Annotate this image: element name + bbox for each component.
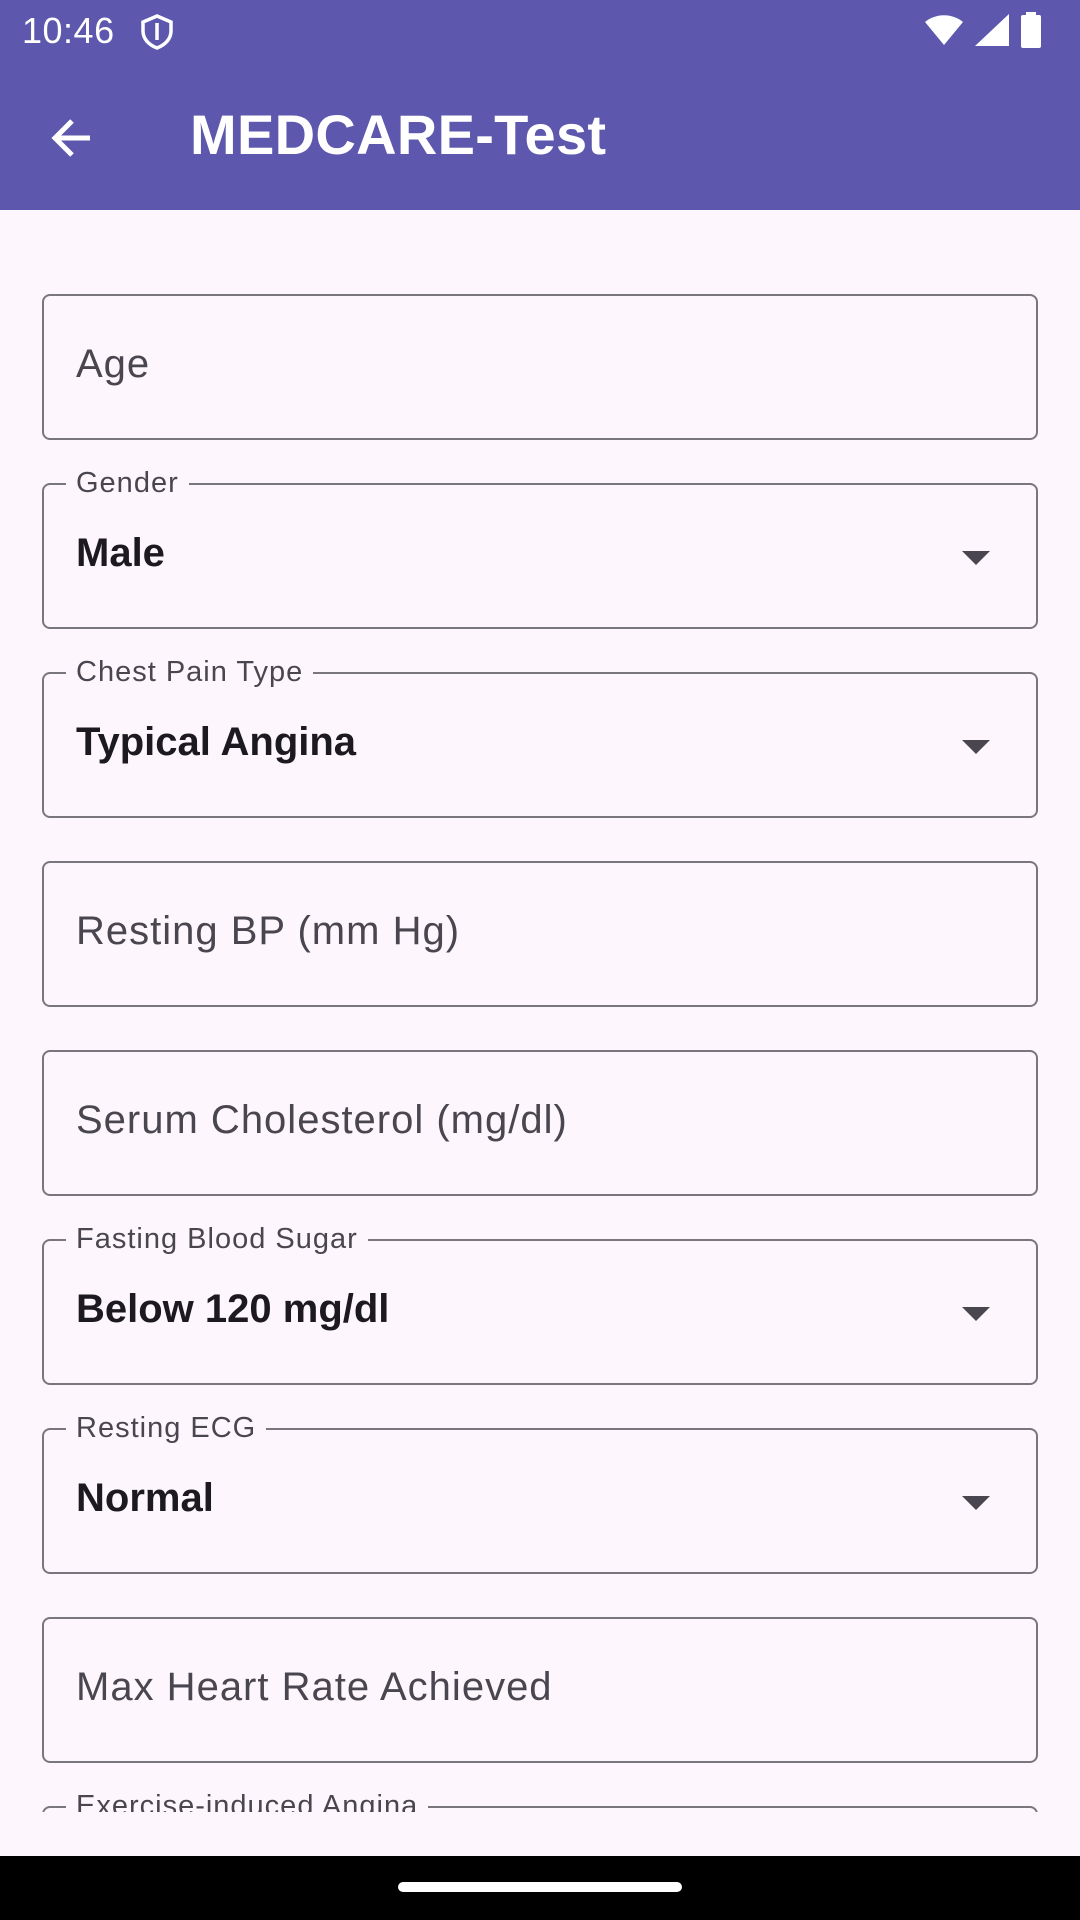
exercise-angina-label: Exercise-induced Angina [66, 1786, 429, 1812]
chest-pain-type-label: Chest Pain Type [66, 652, 314, 692]
signal-icon [974, 13, 1010, 52]
serum-cholesterol-placeholder: Serum Cholesterol (mg/dl) [76, 1098, 568, 1142]
app-bar: MEDCARE-Test [0, 64, 1080, 210]
age-placeholder: Age [76, 342, 151, 386]
battery-icon [1020, 11, 1042, 53]
gender-value: Male [76, 531, 165, 575]
navigation-bar [0, 1856, 1080, 1920]
max-heart-rate-field[interactable]: Max Heart Rate Achieved [42, 1617, 1038, 1763]
resting-bp-field[interactable]: Resting BP (mm Hg) [42, 861, 1038, 1007]
page-title: MEDCARE-Test [190, 103, 607, 166]
home-gesture-handle[interactable] [398, 1882, 682, 1892]
fasting-blood-sugar-label: Fasting Blood Sugar [66, 1219, 368, 1259]
wifi-icon [924, 14, 964, 51]
dropdown-arrow-icon [962, 740, 990, 754]
status-time: 10:46 [22, 10, 115, 51]
resting-ecg-dropdown[interactable]: Resting ECG Normal [42, 1408, 1038, 1574]
status-bar: 10:46 [0, 0, 1080, 64]
arrow-back-icon [48, 114, 96, 167]
fasting-blood-sugar-dropdown[interactable]: Fasting Blood Sugar Below 120 mg/dl [42, 1219, 1038, 1385]
serum-cholesterol-field[interactable]: Serum Cholesterol (mg/dl) [42, 1050, 1038, 1196]
shield-icon [140, 14, 174, 50]
back-button[interactable] [36, 104, 108, 176]
resting-ecg-value: Normal [76, 1476, 214, 1520]
gender-label: Gender [66, 463, 189, 503]
form-scroll-area: Age Gender Male Chest Pain Type Typical … [0, 210, 1080, 1812]
age-field[interactable]: Age [42, 294, 1038, 440]
dropdown-arrow-icon [962, 551, 990, 565]
bottom-spacer [0, 1812, 1080, 1856]
resting-bp-placeholder: Resting BP (mm Hg) [76, 909, 461, 953]
fasting-blood-sugar-value: Below 120 mg/dl [76, 1287, 390, 1331]
resting-ecg-label: Resting ECG [66, 1408, 267, 1448]
dropdown-arrow-icon [962, 1307, 990, 1321]
max-heart-rate-placeholder: Max Heart Rate Achieved [76, 1665, 553, 1709]
dropdown-arrow-icon [962, 1496, 990, 1510]
chest-pain-type-dropdown[interactable]: Chest Pain Type Typical Angina [42, 652, 1038, 818]
chest-pain-type-value: Typical Angina [76, 720, 357, 764]
status-icons [924, 11, 1042, 53]
form-container[interactable]: Age Gender Male Chest Pain Type Typical … [0, 210, 1080, 1812]
gender-dropdown[interactable]: Gender Male [42, 463, 1038, 629]
